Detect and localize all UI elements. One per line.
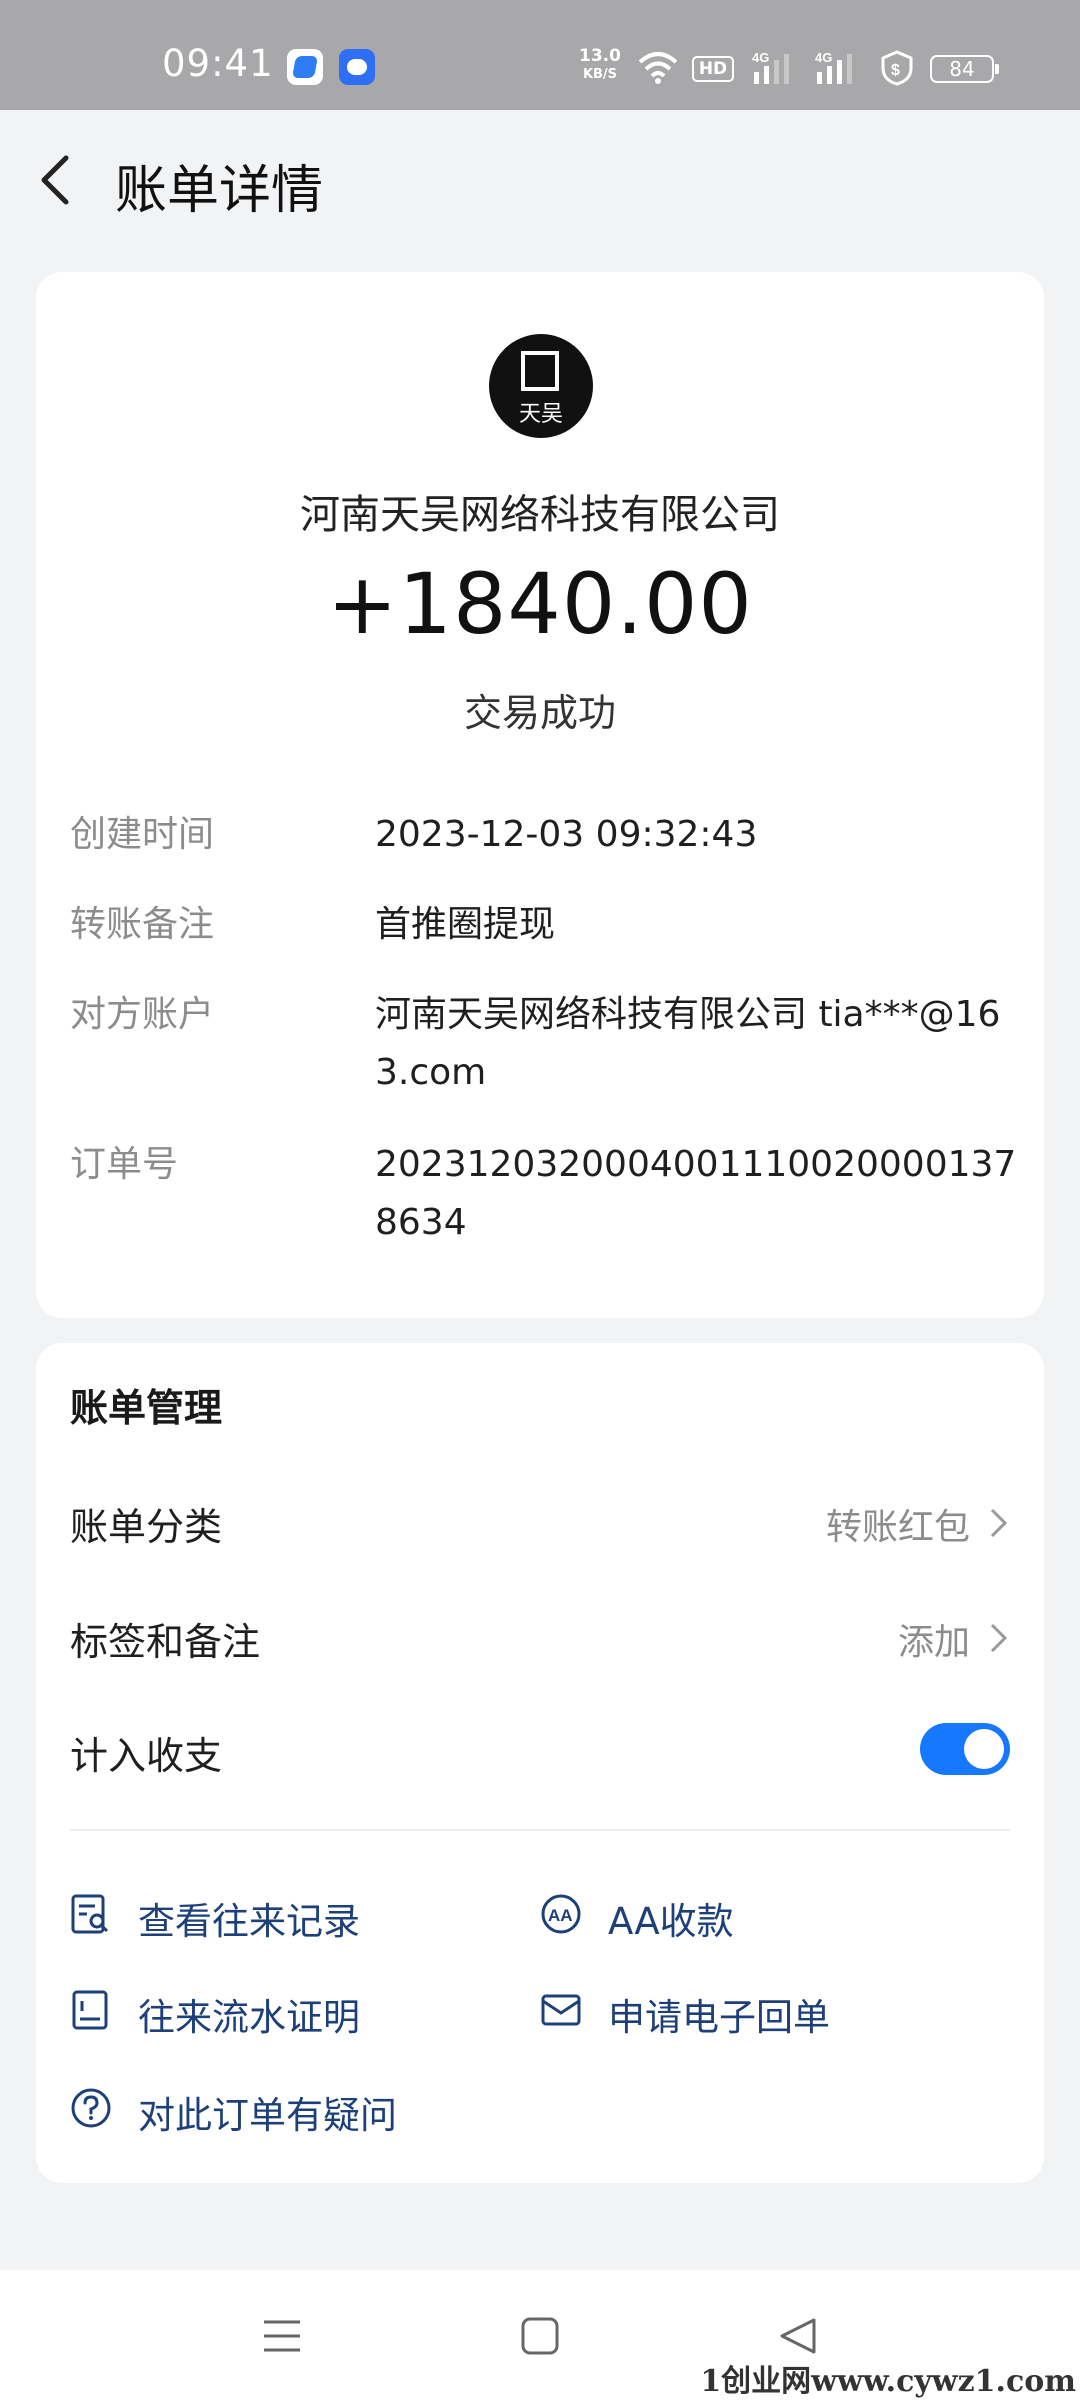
- bill-category-value: 转账红包: [825, 1507, 970, 1548]
- transaction-card: 天吴 河南天吴网络科技有限公司 +1840.00 交易成功 创建时间 2023-…: [36, 272, 1044, 1318]
- merchant-name: 河南天吴网络科技有限公司: [300, 492, 780, 538]
- avatar-text: 天吴: [518, 402, 563, 427]
- order-question-label: 对此订单有疑问: [138, 2094, 397, 2137]
- view-records-label: 查看往来记录: [138, 1900, 360, 1943]
- battery-icon: 84: [930, 55, 999, 83]
- document-icon: [72, 1990, 108, 2030]
- network-speed: 13.0 KB/S: [575, 48, 625, 83]
- watermark: 1创业网www.cywz1.com: [700, 2364, 1076, 2399]
- system-nav-bar: 1创业网www.cywz1.com: [0, 2270, 1080, 2400]
- signal-strength-icon: 4G: [815, 50, 852, 84]
- back-triangle-icon[interactable]: [776, 2314, 820, 2358]
- logo-square-icon: [521, 351, 559, 391]
- transaction-status: 交易成功: [463, 691, 616, 735]
- e-receipt-label: 申请电子回单: [608, 1996, 830, 2039]
- aa-icon: AA: [541, 1894, 581, 1934]
- bill-management-card: 账单管理 账单分类 转账红包 标签和备注 添加 计入收支 查看往来记录 AA A…: [36, 1343, 1044, 2183]
- detail-label: 对方账户: [70, 994, 215, 1035]
- count-in-balance-toggle[interactable]: [920, 1723, 1010, 1775]
- shield-icon: $: [881, 50, 913, 86]
- chat-notification-icon: [339, 49, 375, 85]
- question-icon: [71, 2088, 111, 2128]
- status-bar: 09:41 13.0 KB/S HD 4G 4G $ 84: [0, 0, 1080, 110]
- record-search-icon: [71, 1894, 109, 1934]
- status-time: 09:41: [162, 42, 274, 85]
- section-title: 账单管理: [70, 1386, 223, 1430]
- detail-label: 订单号: [70, 1144, 179, 1185]
- chevron-right-icon: [990, 1508, 1008, 1538]
- aa-collect-label: AA收款: [608, 1900, 734, 1943]
- tags-notes-row[interactable]: 标签和备注 添加: [70, 1601, 1010, 1671]
- signal1-label: 4G: [752, 50, 769, 65]
- page-title: 账单详情: [115, 161, 324, 221]
- bill-category-label: 账单分类: [70, 1505, 223, 1549]
- transaction-amount: +1840.00: [327, 555, 753, 653]
- wifi-icon: [638, 52, 678, 84]
- merchant-avatar: 天吴: [489, 334, 593, 438]
- detail-value: 2023-12-03 09:32:43: [375, 814, 758, 855]
- network-speed-unit: KB/S: [582, 67, 618, 82]
- hd-voice-icon: HD: [692, 56, 734, 82]
- network-speed-value: 13.0: [579, 46, 621, 66]
- divider: [70, 1829, 1010, 1831]
- detail-value[interactable]: 河南天吴网络科技有限公司 tia***@163.com: [375, 986, 1030, 1102]
- tags-notes-value: 添加: [897, 1622, 970, 1663]
- tags-notes-label: 标签和备注: [70, 1620, 261, 1664]
- chevron-right-icon: [990, 1623, 1008, 1653]
- detail-label: 转账备注: [70, 904, 215, 945]
- menu-icon[interactable]: [260, 2314, 304, 2358]
- bill-category-row[interactable]: 账单分类 转账红包: [70, 1486, 1010, 1556]
- svg-text:AA: AA: [548, 1906, 573, 1925]
- detail-value: 首推圈提现: [375, 904, 556, 945]
- home-square-icon[interactable]: [518, 2314, 562, 2358]
- svg-text:$: $: [891, 62, 900, 79]
- browser-notification-icon: [287, 49, 323, 85]
- detail-label: 创建时间: [70, 814, 215, 855]
- envelope-icon: [541, 1994, 581, 2026]
- back-arrow-icon[interactable]: [28, 150, 88, 210]
- page-header: 账单详情: [0, 110, 1080, 250]
- count-in-balance-row: 计入收支: [70, 1715, 1010, 1785]
- detail-value[interactable]: 20231203200040011100200001378634: [375, 1136, 1030, 1252]
- statement-proof-label: 往来流水证明: [138, 1996, 360, 2039]
- signal2-label: 4G: [815, 50, 832, 65]
- signal-strength-icon: 4G: [752, 50, 789, 84]
- count-in-balance-label: 计入收支: [70, 1734, 223, 1778]
